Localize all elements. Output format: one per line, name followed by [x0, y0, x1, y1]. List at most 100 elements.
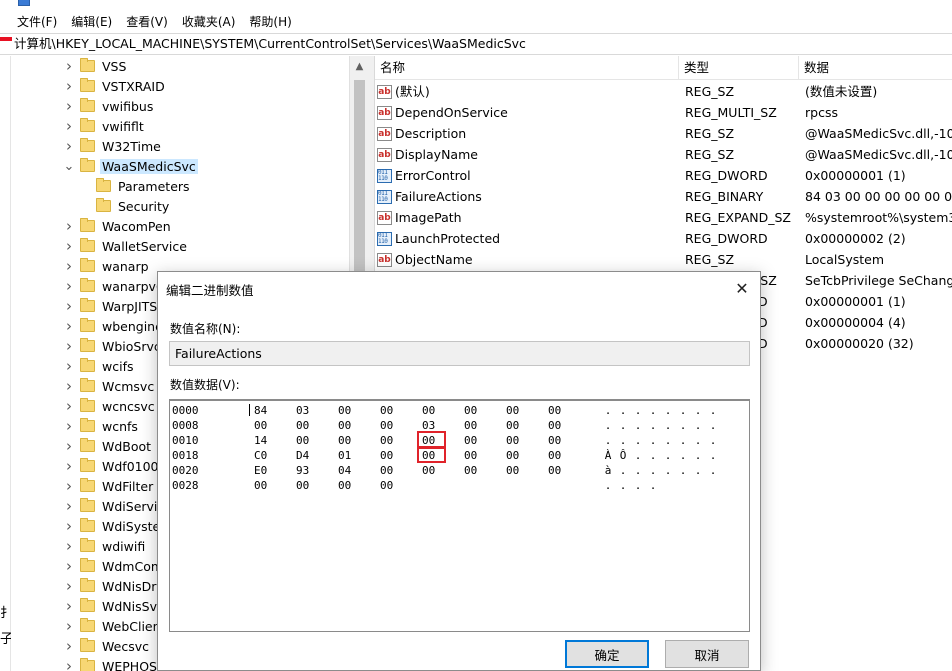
registry-value-row[interactable]: ErrorControl REG_DWORD 0x00000001 (1) [375, 165, 952, 186]
hex-byte[interactable]: 00 [422, 403, 442, 418]
ascii-char[interactable]: . [677, 448, 689, 463]
chevron-right-icon[interactable]: › [63, 236, 75, 256]
menu-help[interactable]: 帮助(H) [242, 13, 298, 30]
scroll-up-icon[interactable]: ▲ [350, 56, 369, 76]
ascii-char[interactable]: . [707, 448, 719, 463]
registry-value-row[interactable]: ab DependOnService REG_MULTI_SZ rpcss [375, 102, 952, 123]
hex-editor[interactable]: 0000 84 03 00 00 00 00 00 00........ 0008 00 00 00 00… [169, 399, 750, 632]
hex-byte[interactable]: 00 [464, 403, 484, 418]
tree-item[interactable]: › Wcmsvc [63, 376, 156, 396]
tree-item[interactable]: › wcncsvc [63, 396, 157, 416]
ascii-char[interactable]: . [602, 433, 614, 448]
ascii-char[interactable]: . [647, 418, 659, 433]
tree-item[interactable]: › WacomPen [63, 216, 173, 236]
hex-byte[interactable]: 00 [422, 433, 442, 448]
chevron-right-icon[interactable]: › [63, 76, 75, 96]
ascii-char[interactable]: à [602, 463, 614, 478]
hex-byte[interactable]: 00 [506, 418, 526, 433]
registry-value-row[interactable]: ab (默认) REG_SZ (数值未设置) [375, 81, 952, 102]
tree-item[interactable]: › wbengine [63, 316, 165, 336]
hex-byte[interactable]: 00 [296, 478, 316, 493]
registry-value-row[interactable]: ab ObjectName REG_SZ LocalSystem [375, 249, 952, 270]
tree-item[interactable]: › VSS [63, 56, 128, 76]
menu-view[interactable]: 查看(V) [119, 13, 175, 30]
ascii-char[interactable]: . [692, 448, 704, 463]
hex-byte[interactable]: 00 [254, 478, 274, 493]
ok-button[interactable]: 确定 [565, 640, 649, 668]
ascii-char[interactable]: . [707, 418, 719, 433]
ascii-char[interactable]: . [647, 403, 659, 418]
ascii-char[interactable]: . [647, 463, 659, 478]
cancel-button[interactable]: 取消 [665, 640, 749, 668]
chevron-right-icon[interactable]: › [63, 536, 75, 556]
hex-byte[interactable]: 00 [506, 463, 526, 478]
ascii-char[interactable]: . [647, 448, 659, 463]
ascii-char[interactable]: Ô [617, 448, 629, 463]
ascii-char[interactable]: . [662, 433, 674, 448]
ascii-char[interactable]: . [617, 463, 629, 478]
chevron-right-icon[interactable]: › [63, 396, 75, 416]
tree-item[interactable]: › WbioSrvc [63, 336, 163, 356]
ascii-char[interactable]: . [662, 403, 674, 418]
hex-byte[interactable]: 00 [464, 463, 484, 478]
ascii-char[interactable]: . [692, 418, 704, 433]
ascii-char[interactable]: . [707, 463, 719, 478]
tree-item[interactable]: › wdiwifi [63, 536, 147, 556]
chevron-right-icon[interactable]: › [63, 616, 75, 636]
ascii-char[interactable]: . [632, 403, 644, 418]
hex-byte[interactable]: 00 [380, 418, 400, 433]
tree-item[interactable]: › vwififlt [63, 116, 146, 136]
hex-byte[interactable]: 00 [464, 418, 484, 433]
hex-byte[interactable]: C0 [254, 448, 274, 463]
tree-item[interactable]: › VSTXRAID [63, 76, 167, 96]
tree-item[interactable]: › Wecsvc [63, 636, 151, 656]
column-header-data[interactable]: 数据 [799, 56, 952, 80]
registry-value-row[interactable]: LaunchProtected REG_DWORD 0x00000002 (2) [375, 228, 952, 249]
ascii-char[interactable]: . [647, 433, 659, 448]
hex-byte[interactable]: 00 [464, 448, 484, 463]
hex-byte[interactable]: 00 [548, 418, 568, 433]
chevron-right-icon[interactable]: › [63, 296, 75, 316]
tree-item[interactable]: › vwifibus [63, 96, 155, 116]
hex-byte[interactable]: 00 [296, 433, 316, 448]
column-header-name[interactable]: 名称 [375, 56, 679, 80]
chevron-right-icon[interactable]: › [63, 276, 75, 296]
hex-byte[interactable]: 03 [422, 418, 442, 433]
tree-item[interactable]: › WdBoot [63, 436, 153, 456]
registry-value-row[interactable]: ab DisplayName REG_SZ @WaaSMedicSvc.dll,-10… [375, 144, 952, 165]
chevron-right-icon[interactable]: › [63, 656, 75, 671]
hex-byte[interactable]: 00 [506, 403, 526, 418]
tree-item[interactable]: › WalletService [63, 236, 189, 256]
ascii-char[interactable]: . [602, 418, 614, 433]
chevron-right-icon[interactable]: › [63, 636, 75, 656]
ascii-char[interactable]: . [617, 418, 629, 433]
chevron-right-icon[interactable]: › [63, 416, 75, 436]
ascii-char[interactable]: . [617, 403, 629, 418]
ascii-char[interactable]: . [692, 463, 704, 478]
tree-item[interactable]: › Wdf01000 [63, 456, 168, 476]
tree-item[interactable]: ⌄ WaaSMedicSvc [63, 156, 198, 176]
tree-item[interactable]: › wanarp [63, 256, 151, 276]
ascii-char[interactable]: . [632, 478, 644, 493]
hex-byte[interactable]: 93 [296, 463, 316, 478]
tree-item[interactable]: › WdFilter [63, 476, 155, 496]
chevron-right-icon[interactable]: › [63, 556, 75, 576]
tree-item[interactable]: › wcifs [63, 356, 135, 376]
hex-byte[interactable]: 00 [548, 448, 568, 463]
hex-byte[interactable]: 00 [506, 448, 526, 463]
tree-item[interactable]: Parameters [79, 176, 192, 196]
menu-favorites[interactable]: 收藏夹(A) [175, 13, 243, 30]
ascii-char[interactable]: . [677, 463, 689, 478]
ascii-char[interactable]: . [617, 433, 629, 448]
chevron-right-icon[interactable]: › [63, 596, 75, 616]
hex-byte[interactable]: 03 [296, 403, 316, 418]
registry-value-row[interactable]: ab Description REG_SZ @WaaSMedicSvc.dll,-10… [375, 123, 952, 144]
chevron-right-icon[interactable]: › [63, 316, 75, 336]
ascii-char[interactable]: . [602, 478, 614, 493]
chevron-down-icon[interactable]: ⌄ [63, 156, 75, 176]
hex-byte[interactable]: 00 [338, 418, 358, 433]
hex-byte[interactable]: D4 [296, 448, 316, 463]
hex-byte[interactable]: 01 [338, 448, 358, 463]
hex-byte[interactable]: 14 [254, 433, 274, 448]
hex-byte[interactable]: 00 [548, 463, 568, 478]
